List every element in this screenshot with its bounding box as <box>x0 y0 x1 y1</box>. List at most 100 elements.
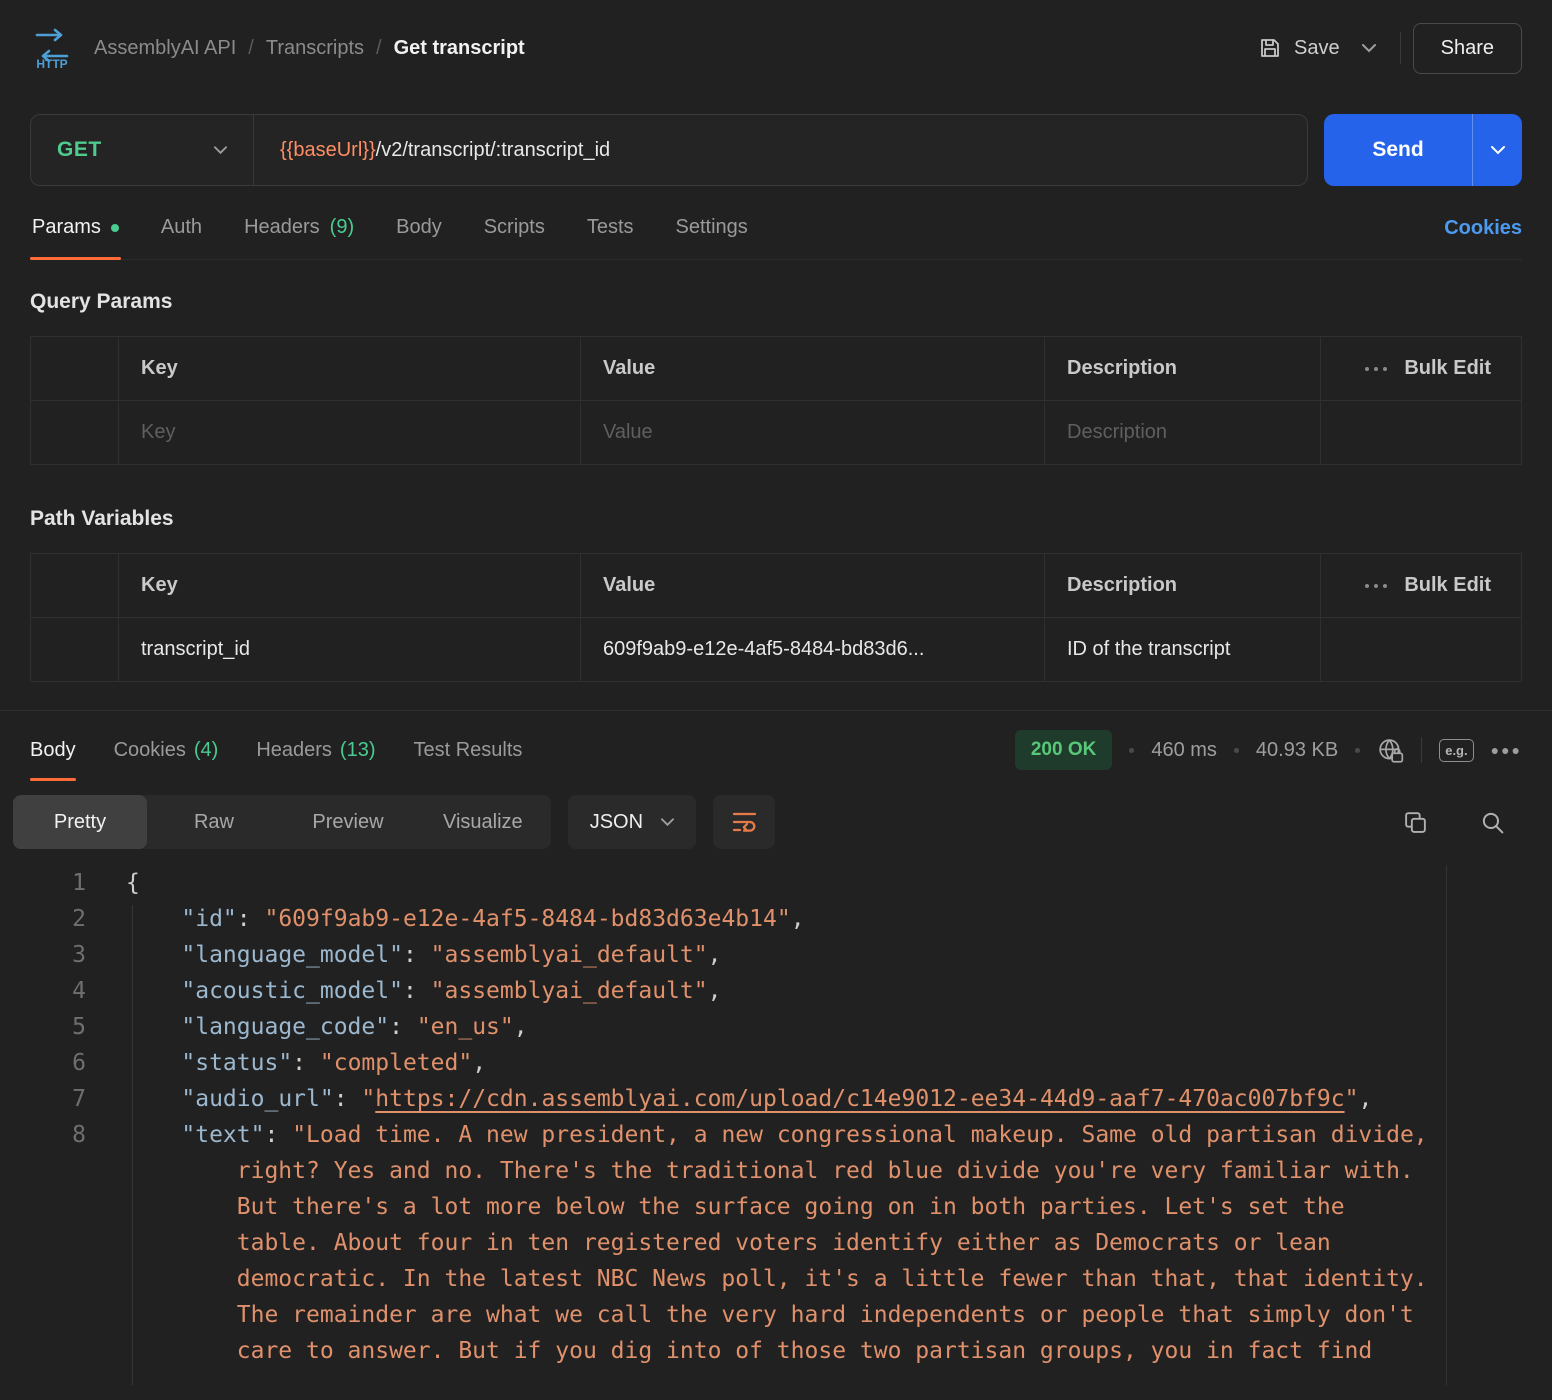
audio-url-link[interactable]: https://cdn.assemblyai.com/upload/c14e90… <box>375 1086 1344 1112</box>
response-more-options-icon[interactable]: ●●● <box>1491 742 1522 758</box>
code-text: { <box>126 865 1435 901</box>
row-handle-cell[interactable] <box>31 618 119 681</box>
url-path: /v2/transcript/:transcript_id <box>376 139 611 161</box>
cookies-link[interactable]: Cookies <box>1444 217 1522 240</box>
tab-tests[interactable]: Tests <box>585 198 636 259</box>
headers-count-badge: (9) <box>330 216 354 239</box>
send-button[interactable]: Send <box>1324 114 1472 186</box>
request-tabs: Params Auth Headers (9) Body Scripts Tes… <box>30 198 1522 260</box>
format-label: JSON <box>590 811 643 834</box>
table-row: Key Value Description <box>31 400 1521 464</box>
response-pane: Body Cookies (4) Headers (13) Test Resul… <box>0 710 1552 1385</box>
response-time[interactable]: 460 ms <box>1151 739 1217 762</box>
tab-params[interactable]: Params <box>30 198 121 259</box>
cookies-count-badge: (4) <box>194 739 218 762</box>
url-input[interactable]: {{baseUrl}}/v2/transcript/:transcript_id <box>254 139 1307 162</box>
value-input[interactable]: Value <box>581 401 1045 464</box>
response-toolbar-right <box>1403 810 1539 835</box>
response-tab-headers-label: Headers <box>256 739 332 762</box>
network-globe-icon[interactable] <box>1377 737 1404 764</box>
response-toolbar: Pretty Raw Preview Visualize JSON <box>13 795 1539 849</box>
tab-params-label: Params <box>32 216 101 239</box>
example-icon[interactable]: e.g. <box>1439 739 1473 762</box>
breadcrumb-collection[interactable]: AssemblyAI API <box>94 37 236 60</box>
method-dropdown[interactable]: GET <box>31 115 253 185</box>
code-line: 7 "audio_url": "https://cdn.assemblyai.c… <box>0 1081 1552 1117</box>
bulk-edit-button[interactable]: Bulk Edit <box>1404 574 1491 597</box>
url-variable: {{baseUrl}} <box>280 139 376 161</box>
request-url-row: GET {{baseUrl}}/v2/transcript/:transcrip… <box>30 114 1522 186</box>
more-options-icon[interactable] <box>1364 366 1388 372</box>
response-meta: 200 OK 460 ms 40.93 KB e.g. ●●● <box>1015 730 1522 770</box>
format-dropdown[interactable]: JSON <box>568 795 696 849</box>
tab-scripts[interactable]: Scripts <box>482 198 547 259</box>
more-options-icon[interactable] <box>1364 583 1388 589</box>
tab-auth[interactable]: Auth <box>159 198 204 259</box>
copy-icon[interactable] <box>1403 810 1428 835</box>
path-variables-table: Key Value Description Bulk Edit transcri… <box>30 553 1522 682</box>
row-actions-cell <box>1321 401 1521 464</box>
tab-body[interactable]: Body <box>394 198 444 259</box>
share-button[interactable]: Share <box>1413 23 1522 74</box>
response-tab-test-results[interactable]: Test Results <box>414 711 523 789</box>
table-actions-cell: Bulk Edit <box>1321 337 1521 400</box>
response-tab-headers[interactable]: Headers (13) <box>256 711 375 789</box>
code-lines: 1{2 "id": "609f9ab9-e12e-4af5-8484-bd83d… <box>0 865 1552 1369</box>
code-line: 3 "language_model": "assemblyai_default"… <box>0 937 1552 973</box>
line-number: 8 <box>0 1117 126 1369</box>
row-handle-cell[interactable] <box>31 401 119 464</box>
line-number: 1 <box>0 865 126 901</box>
key-input[interactable]: Key <box>119 401 581 464</box>
status-badge[interactable]: 200 OK <box>1015 730 1112 770</box>
code-line: 1{ <box>0 865 1552 901</box>
view-raw[interactable]: Raw <box>147 795 281 849</box>
save-label: Save <box>1294 37 1340 60</box>
view-preview[interactable]: Preview <box>281 795 415 849</box>
code-scroll-edge[interactable] <box>1446 865 1447 1385</box>
response-tab-body[interactable]: Body <box>30 711 76 789</box>
breadcrumb-folder[interactable]: Transcripts <box>266 37 364 60</box>
table-actions-cell: Bulk Edit <box>1321 554 1521 617</box>
view-pretty[interactable]: Pretty <box>13 795 147 849</box>
wrap-lines-button[interactable] <box>713 795 775 849</box>
response-tab-cookies-label: Cookies <box>114 739 186 762</box>
query-params-table: Key Value Description Bulk Edit Key Valu… <box>30 336 1522 465</box>
code-text: "id": "609f9ab9-e12e-4af5-8484-bd83d63e4… <box>126 901 1435 937</box>
breadcrumb-request-title[interactable]: Get transcript <box>394 37 525 60</box>
code-text: "audio_url": "https://cdn.assemblyai.com… <box>126 1081 1435 1117</box>
value-input[interactable]: 609f9ab9-e12e-4af5-8484-bd83d6... <box>581 618 1045 681</box>
query-params-title: Query Params <box>30 290 1522 314</box>
description-input[interactable]: Description <box>1045 401 1321 464</box>
row-actions-cell <box>1321 618 1521 681</box>
response-body-code: 1{2 "id": "609f9ab9-e12e-4af5-8484-bd83d… <box>0 865 1552 1385</box>
response-tab-cookies[interactable]: Cookies (4) <box>114 711 219 789</box>
url-box: GET {{baseUrl}}/v2/transcript/:transcrip… <box>30 114 1308 186</box>
response-view-switcher: Pretty Raw Preview Visualize <box>13 795 551 849</box>
tab-headers[interactable]: Headers (9) <box>242 198 356 259</box>
table-header-row: Key Value Description Bulk Edit <box>31 337 1521 400</box>
path-variables-title: Path Variables <box>30 507 1522 531</box>
code-line: 5 "language_code": "en_us", <box>0 1009 1552 1045</box>
line-number: 2 <box>0 901 126 937</box>
meta-dot <box>1355 748 1360 753</box>
column-header-value: Value <box>581 337 1045 400</box>
indent-guide <box>132 905 133 1385</box>
column-header-key: Key <box>119 337 581 400</box>
bulk-edit-button[interactable]: Bulk Edit <box>1404 357 1491 380</box>
save-options-dropdown[interactable] <box>1350 32 1388 65</box>
column-header-value: Value <box>581 554 1045 617</box>
breadcrumb-separator: / <box>248 37 254 60</box>
send-options-dropdown[interactable] <box>1472 114 1522 186</box>
tab-settings[interactable]: Settings <box>674 198 750 259</box>
key-input[interactable]: transcript_id <box>119 618 581 681</box>
view-visualize[interactable]: Visualize <box>415 795 551 849</box>
line-number: 4 <box>0 973 126 1009</box>
code-line: 4 "acoustic_model": "assemblyai_default"… <box>0 973 1552 1009</box>
response-size[interactable]: 40.93 KB <box>1256 739 1338 762</box>
save-button[interactable]: Save <box>1248 26 1350 70</box>
method-label: GET <box>57 138 102 162</box>
description-input[interactable]: ID of the transcript <box>1045 618 1321 681</box>
column-header-key: Key <box>119 554 581 617</box>
search-icon[interactable] <box>1480 810 1505 835</box>
table-header-row: Key Value Description Bulk Edit <box>31 554 1521 617</box>
